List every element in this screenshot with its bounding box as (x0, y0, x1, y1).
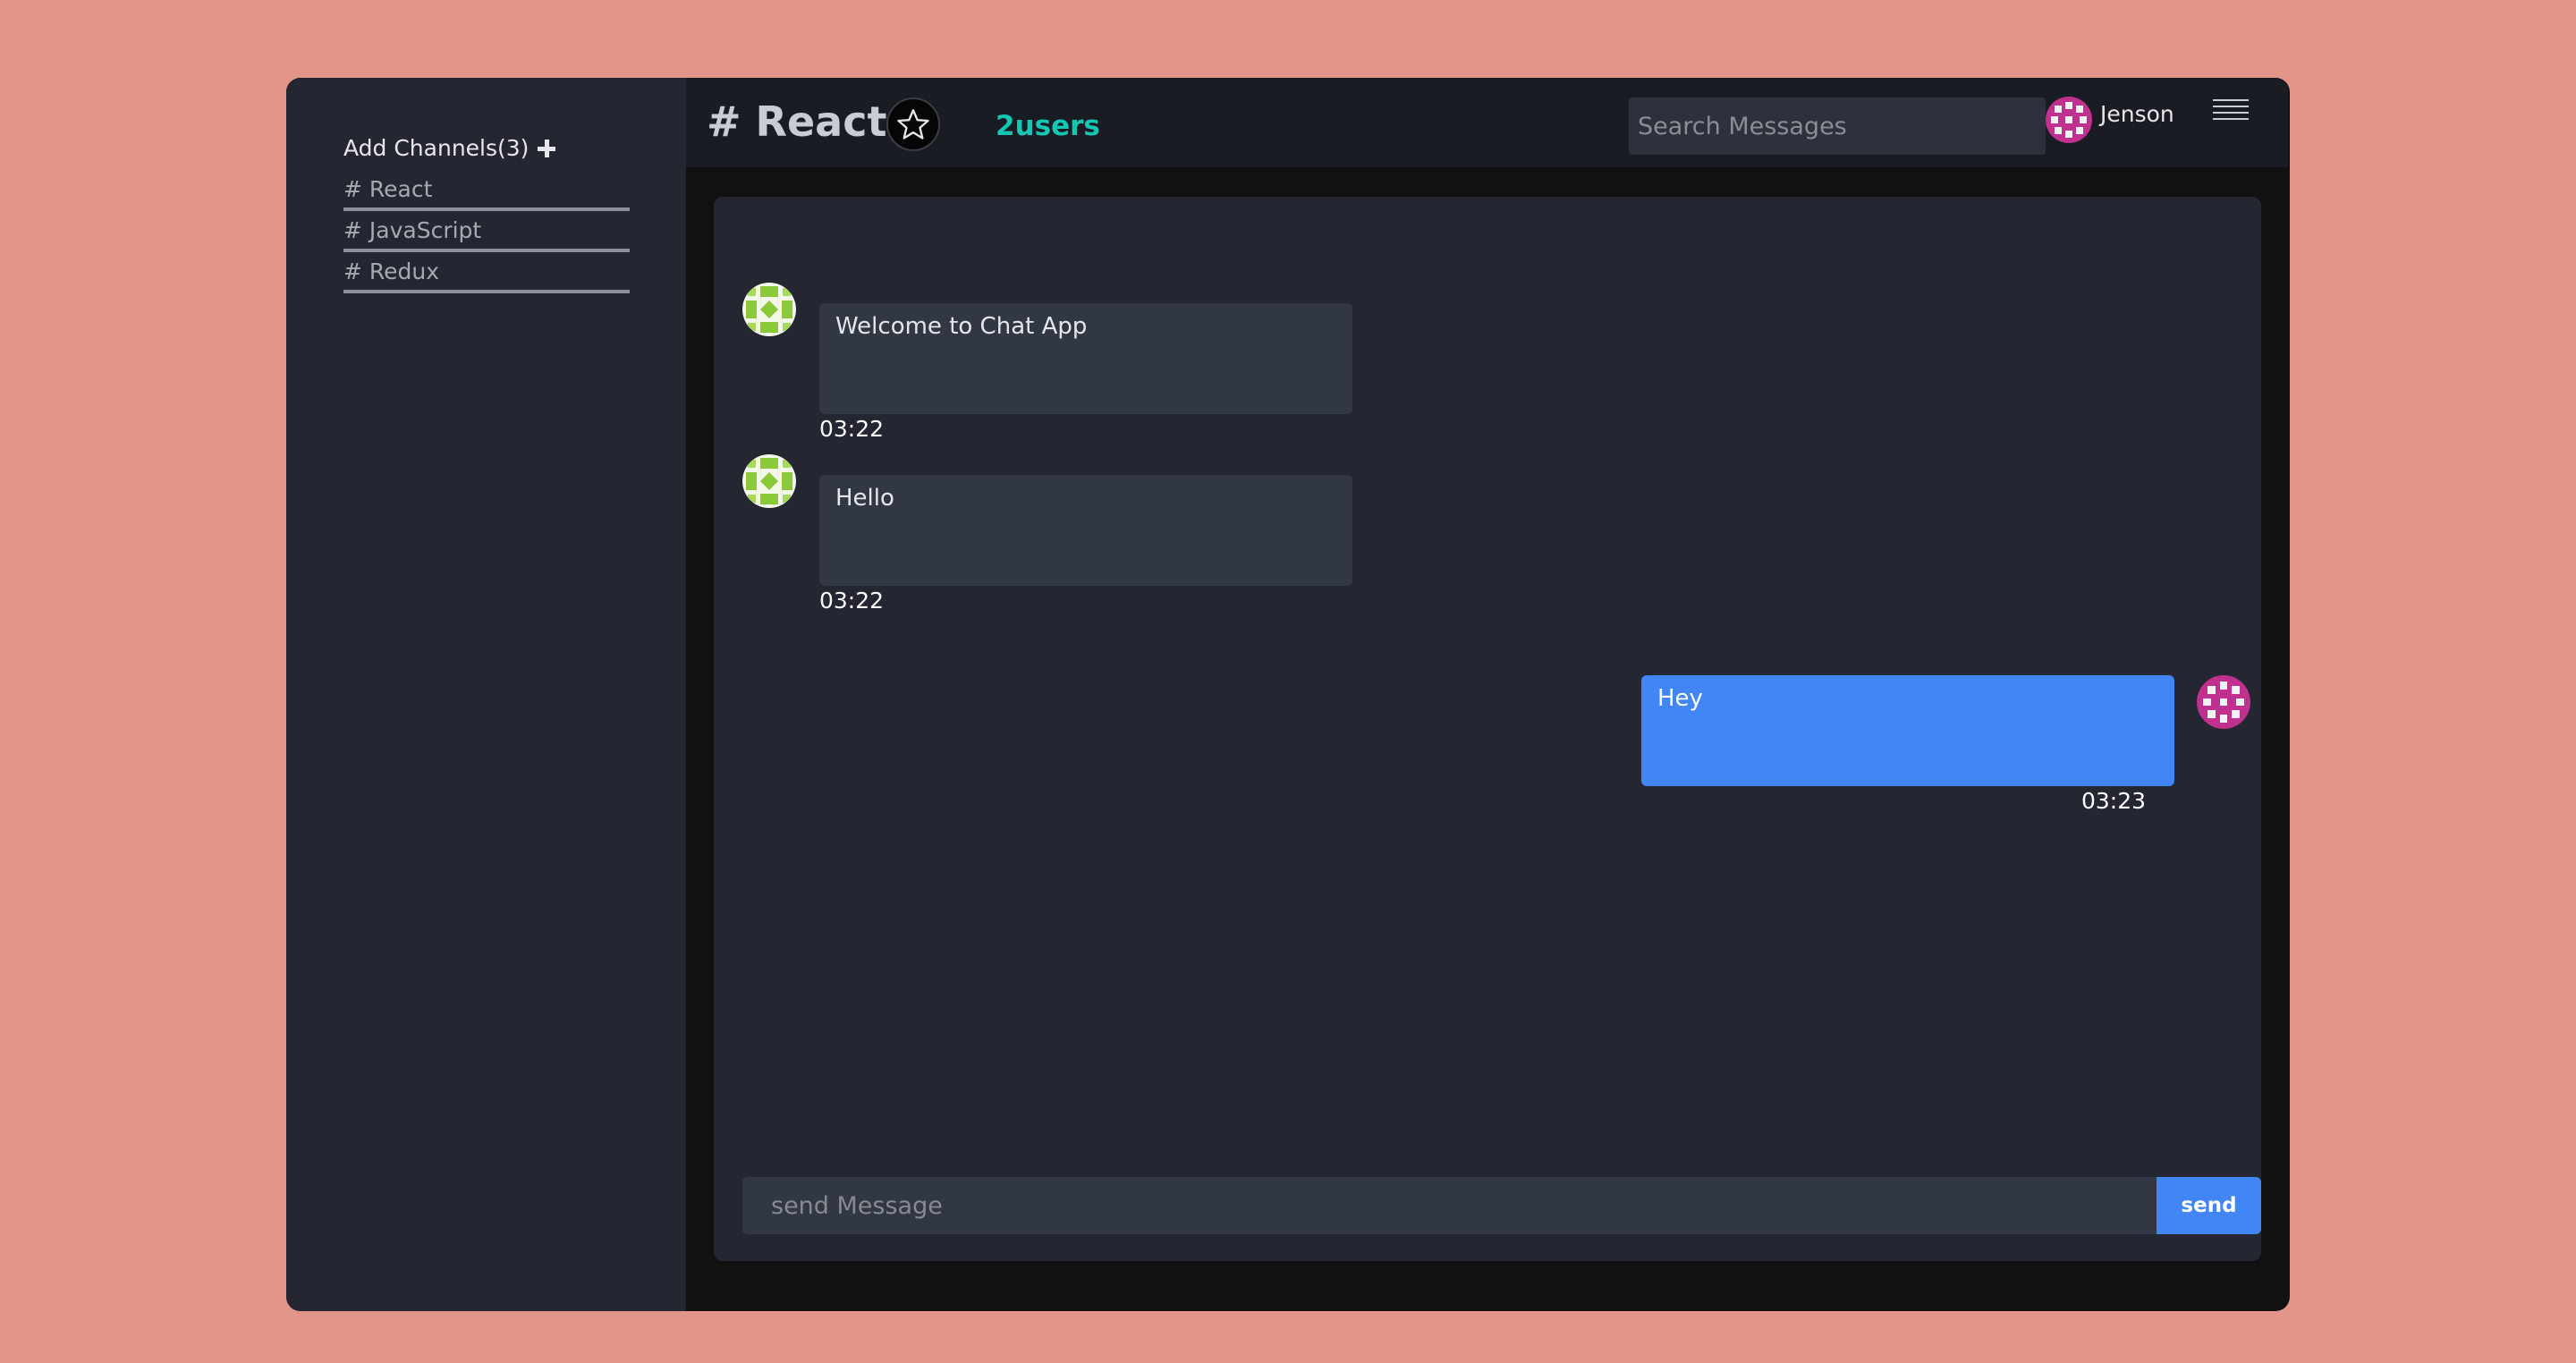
add-channels-button[interactable]: Add Channels(3) (343, 135, 556, 161)
plus-icon[interactable] (538, 139, 556, 157)
message-bubble-outgoing: Hey (1641, 675, 2174, 786)
sidebar-item-redux[interactable]: # Redux (343, 255, 630, 293)
green-identicon-avatar (742, 454, 796, 508)
message-timestamp: 03:22 (819, 416, 885, 442)
search-messages-input[interactable] (1629, 97, 2046, 155)
sidebar-item-javascript[interactable]: # JavaScript (343, 214, 630, 252)
channel-title: # React (707, 97, 887, 146)
messages-panel: Welcome to Chat App 03:22 Hello 03:22 He… (714, 197, 2261, 1261)
hamburger-menu-icon[interactable] (2213, 99, 2249, 130)
sidebar-item-react[interactable]: # React (343, 173, 630, 211)
message-bubble: Hello (819, 475, 1352, 586)
channel-list: # React # JavaScript # Redux (343, 173, 630, 296)
message-timestamp: 03:22 (819, 588, 885, 614)
pink-identicon-avatar (2197, 675, 2250, 729)
channel-header: # React 2users Jenson (686, 78, 2288, 167)
user-avatar[interactable] (2046, 97, 2092, 143)
message-timestamp: 03:23 (2081, 788, 2147, 814)
send-button[interactable]: send (2157, 1177, 2261, 1234)
add-channels-label: Add Channels(3) (343, 135, 530, 161)
star-channel-button[interactable] (886, 97, 940, 151)
green-identicon-avatar (742, 283, 796, 336)
chat-app-window: Add Channels(3) # React # JavaScript # R… (286, 78, 2290, 1311)
send-message-input[interactable] (742, 1177, 2161, 1234)
star-outline-icon (897, 109, 929, 140)
users-count: 2users (996, 110, 1100, 142)
channel-sidebar: Add Channels(3) # React # JavaScript # R… (286, 78, 686, 1311)
current-username: Jenson (2100, 101, 2174, 127)
message-bubble: Welcome to Chat App (819, 303, 1352, 414)
